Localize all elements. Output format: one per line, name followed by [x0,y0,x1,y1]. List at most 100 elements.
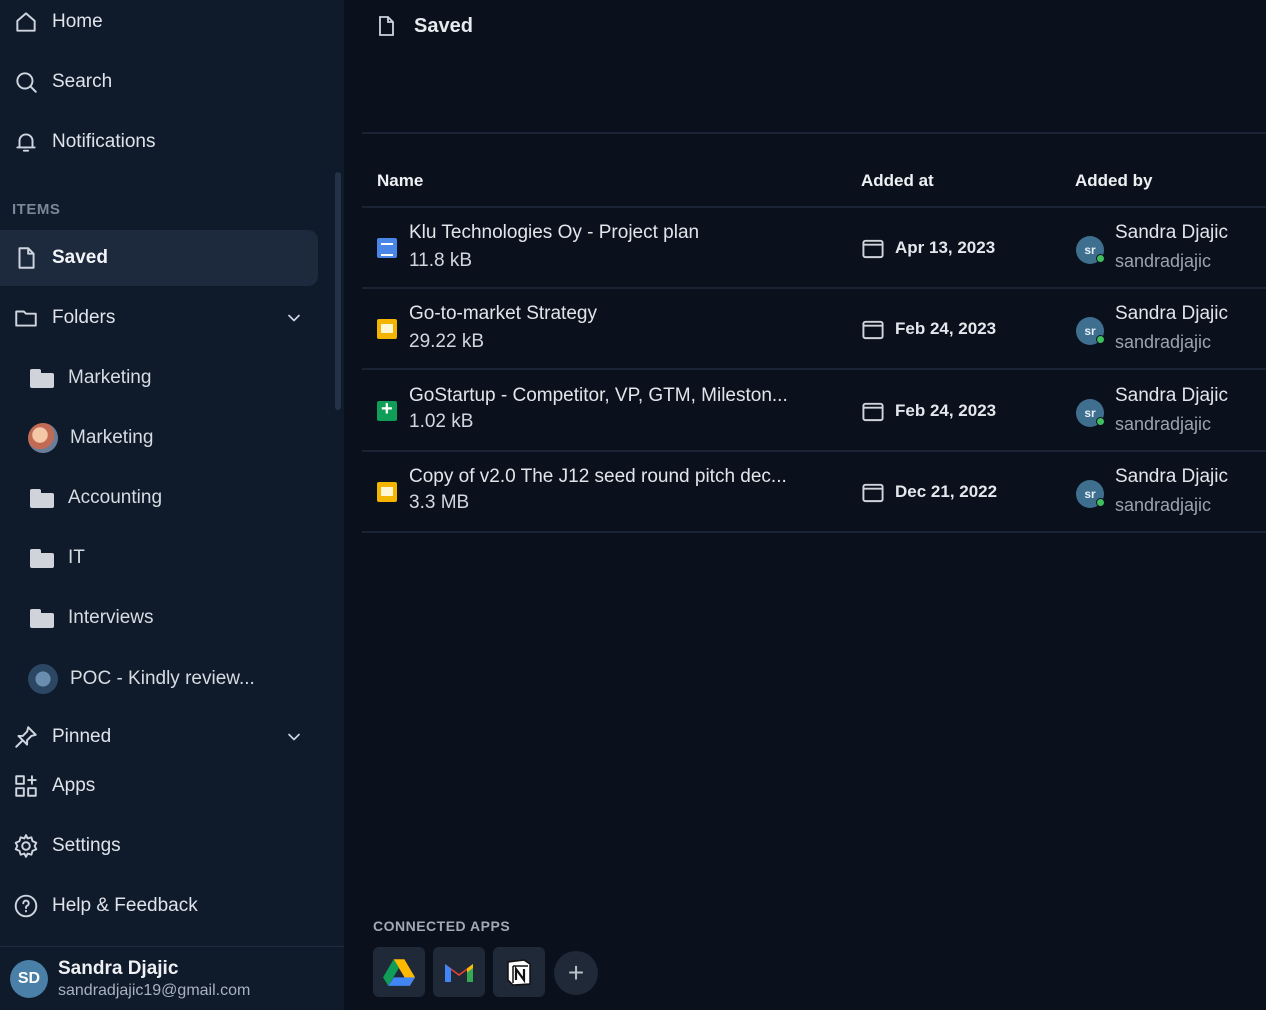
google-slides-icon [377,319,397,339]
online-status-dot [1096,254,1105,263]
user-account[interactable]: SD Sandra Djajic sandradjajic19@gmail.co… [0,946,344,1010]
image-thumbnail-icon [28,664,58,694]
column-header-added-at[interactable]: Added at [861,171,934,191]
google-drive-icon [383,959,415,986]
folder-item[interactable]: Marketing [28,353,318,403]
google-drive-button[interactable] [373,947,425,997]
page-title-label: Saved [414,14,473,37]
folder-item[interactable]: Marketing [28,413,318,463]
nav-folders-label: Folders [52,307,116,328]
added-by-handle: sandradjajic [1115,251,1212,271]
sidebar: Home Search Notifications ITEMS Saved Fo… [0,0,344,1010]
help-circle-icon [12,892,40,920]
folder-item-label: Interviews [68,607,154,628]
file-size: 29.22 kB [409,331,484,352]
file-icon [379,16,394,36]
folder-icon [28,548,54,568]
nav-help-label: Help & Feedback [52,895,198,916]
chevron-down-icon[interactable] [284,308,304,328]
folder-item-label: IT [68,547,85,568]
table-row[interactable]: Go-to-market Strategy 29.22 kB Feb 24, 2… [362,289,1266,370]
nav-search[interactable]: Search [0,54,318,110]
home-icon [12,8,40,36]
folder-item[interactable]: Accounting [28,473,318,523]
added-date: Apr 13, 2023 [895,238,996,257]
added-by-initials: sr [1084,324,1096,338]
file-size: 3.3 MB [409,492,470,513]
table-row[interactable]: Klu Technologies Oy - Project plan 11.8 … [362,208,1266,289]
added-by-avatar: sr [1076,317,1105,345]
notion-icon [507,959,531,986]
nav-pinned[interactable]: Pinned [0,709,318,765]
folder-item-label: POC - Kindly review... [70,668,255,689]
added-date: Feb 24, 2023 [895,319,997,338]
sidebar-scrollbar[interactable] [335,172,341,410]
header-divider [362,132,1266,134]
column-header-name[interactable]: Name [377,171,423,191]
avatar-thumbnail-icon [28,423,58,453]
nav-settings-label: Settings [52,835,121,856]
gmail-icon [445,964,473,982]
table-row[interactable]: GoStartup - Competitor, VP, GTM, Milesto… [362,371,1266,452]
nav-folders[interactable]: Folders [0,290,318,346]
connected-apps-label: CONNECTED APPS [373,918,511,934]
nav-notifications[interactable]: Notifications [0,114,318,170]
folder-icon [28,488,54,508]
gear-icon [12,832,40,860]
chevron-down-icon[interactable] [284,727,304,747]
calendar-icon [861,400,885,423]
folder-icon [28,608,54,628]
folder-outline-icon [12,304,40,332]
nav-settings[interactable]: Settings [0,818,318,874]
folder-item-label: Marketing [70,427,154,448]
added-by-name: Sandra Djajic [1115,466,1228,487]
added-by-initials: sr [1084,243,1096,257]
gmail-button[interactable] [433,947,485,997]
added-by-initials: sr [1084,406,1096,420]
online-status-dot [1096,335,1105,344]
file-size: 11.8 kB [409,250,473,271]
pin-icon [12,723,40,751]
file-name[interactable]: GoStartup - Competitor, VP, GTM, Milesto… [409,385,839,407]
google-slides-icon [377,482,397,502]
file-name[interactable]: Klu Technologies Oy - Project plan [409,222,839,244]
folder-item[interactable]: POC - Kindly review... [28,654,318,704]
added-by-avatar: sr [1076,480,1105,508]
nav-home[interactable]: Home [0,0,318,50]
user-email: sandradjajic19@gmail.com [58,981,251,999]
google-docs-icon [377,238,397,258]
page-title: Saved [374,12,473,40]
column-header-added-by[interactable]: Added by [1075,171,1152,191]
added-by-handle: sandradjajic [1115,414,1212,434]
online-status-dot [1096,417,1105,426]
file-size: 1.02 kB [409,411,474,432]
file-name[interactable]: Go-to-market Strategy [409,303,839,325]
folder-item[interactable]: Interviews [28,593,318,643]
added-by-name: Sandra Djajic [1115,385,1228,406]
google-sheets-icon [377,398,397,421]
apps-grid-icon [12,772,40,800]
nav-help[interactable]: Help & Feedback [0,878,318,934]
section-label-items: ITEMS [12,201,61,218]
added-by-initials: sr [1084,487,1096,501]
file-name[interactable]: Copy of v2.0 The J12 seed round pitch de… [409,466,839,488]
added-by-handle: sandradjajic [1115,332,1212,352]
folder-icon [28,368,54,388]
nav-saved[interactable]: Saved [0,230,318,286]
added-by-avatar: sr [1076,236,1105,264]
nav-saved-label: Saved [52,247,108,268]
user-name: Sandra Djajic [58,957,179,979]
nav-apps[interactable]: Apps [0,758,318,814]
folder-item-label: Marketing [68,367,152,388]
user-info: Sandra Djajic sandradjajic19@gmail.com [58,958,250,1000]
table-row[interactable]: Copy of v2.0 The J12 seed round pitch de… [362,452,1266,533]
notion-button[interactable] [493,947,545,997]
app-window: Home Search Notifications ITEMS Saved Fo… [0,0,1266,1010]
add-app-button[interactable]: + [554,951,598,995]
nav-home-label: Home [52,11,103,32]
main-content: Saved Name Added at Added by Klu Technol… [344,0,1266,1010]
nav-search-label: Search [52,71,113,92]
added-date: Feb 24, 2023 [895,401,997,420]
search-icon [12,68,40,96]
folder-item[interactable]: IT [28,533,318,583]
